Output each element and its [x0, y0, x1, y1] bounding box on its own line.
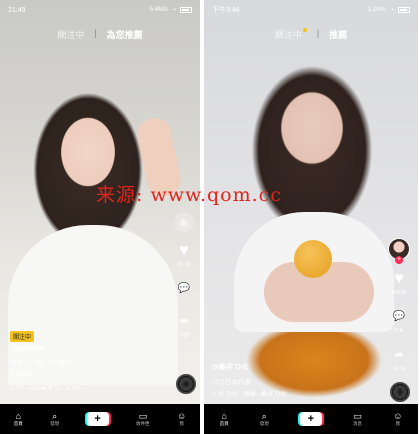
right-phone-screen: 下午3:46 1.2M/s ◔ 關注中 | 推薦 + ♥ 436.8k 💬 9.…: [204, 0, 418, 434]
comment-icon: 💬: [177, 282, 191, 294]
username[interactable]: @桑井 ひな: [212, 362, 382, 372]
status-bar: 21:49 5.4M/s ◔: [0, 0, 200, 20]
like-count: 20.7K: [177, 262, 191, 268]
see-translation-link[interactable]: 查看翻譯: [10, 370, 165, 378]
profile-icon: ☺: [393, 411, 403, 421]
nav-home[interactable]: ⌂ 首頁: [220, 411, 229, 427]
share-button[interactable]: ➦ 12.3k: [389, 344, 409, 373]
watermark-text: 来源: www.qom.cc: [96, 184, 282, 206]
video-caption: 關注中 @y062546 母です（笑）#下書き 查看翻譯 ♫ YN - ocra…: [10, 326, 165, 392]
video-caption: @桑井 ひな バカ日本代表 ♫ 井 ひな 原聲 - 桑井 ひな: [212, 362, 382, 398]
comment-button[interactable]: 💬: [174, 278, 194, 300]
plus-icon: +: [94, 413, 101, 425]
notification-dot: [302, 28, 307, 32]
share-icon: ➦: [179, 314, 189, 327]
heart-icon: ♥: [179, 242, 189, 259]
like-button[interactable]: ♥ 436.8k: [391, 270, 406, 296]
wifi-icon: ◔: [171, 6, 176, 14]
nav-profile[interactable]: ☺ 我: [393, 411, 402, 427]
status-time: 下午3:46: [212, 7, 240, 14]
home-icon: ⌂: [221, 411, 227, 421]
like-button[interactable]: ♥ 20.7K: [177, 242, 190, 268]
feed-tabs: 關注中 | 推薦: [274, 28, 348, 41]
music-disc-icon[interactable]: [390, 382, 410, 402]
music-text: ♫ YN - ocra♥(セラ) KYN -: [10, 386, 83, 392]
share-count: 12.3k: [392, 366, 406, 372]
tab-for-you[interactable]: 為您推薦: [107, 28, 143, 41]
inbox-icon: ▭: [138, 411, 148, 421]
nav-home[interactable]: ⌂ 首頁: [14, 411, 23, 427]
wifi-icon: ◔: [389, 6, 394, 14]
nav-discover[interactable]: ⌕ 發現: [50, 411, 59, 427]
action-rail: あ ♥ 20.7K 💬 ➦ 分享: [174, 212, 194, 349]
nav-inbox[interactable]: ▭ 消息: [353, 411, 362, 427]
status-bar: 下午3:46 1.2M/s ◔: [204, 0, 418, 20]
tab-for-you[interactable]: 推薦: [329, 28, 347, 41]
comment-count: 9.9k: [394, 328, 404, 334]
nav-discover[interactable]: ⌕ 發現: [260, 411, 269, 427]
comment-button[interactable]: 💬 9.9k: [389, 306, 409, 335]
bottom-nav: ⌂ 首頁 ⌕ 發現 + ▭ 收件匣 ☺ 我: [0, 404, 200, 434]
creator-avatar-button[interactable]: +: [388, 238, 410, 264]
share-icon: ➦: [394, 348, 404, 361]
search-icon: ⌕: [52, 411, 58, 421]
create-button[interactable]: +: [86, 412, 109, 426]
music-info[interactable]: ♫ 井 ひな 原聲 - 桑井 ひな: [212, 389, 382, 398]
bottom-nav: ⌂ 首頁 ⌕ 發現 + ▭ 消息 ☺ 我: [204, 404, 418, 434]
video-description: 母です（笑）#下書き: [10, 360, 73, 367]
music-info[interactable]: ♫ YN - ocra♥(セラ) KYN -: [10, 383, 165, 392]
status-time: 21:49: [8, 6, 26, 14]
video-description: バカ日本代表: [212, 379, 251, 386]
comment-icon: 💬: [392, 310, 406, 322]
action-rail: + ♥ 436.8k 💬 9.9k ➦ 12.3k: [388, 238, 410, 382]
share-button[interactable]: ➦ 分享: [174, 310, 194, 340]
share-label: 分享: [178, 333, 189, 339]
follow-plus-icon[interactable]: +: [395, 256, 403, 264]
nav-profile[interactable]: ☺ 我: [177, 411, 186, 427]
following-badge: 關注中: [10, 331, 35, 342]
username[interactable]: @y062546: [10, 346, 165, 353]
battery-icon: [398, 7, 410, 13]
profile-button[interactable]: あ: [174, 212, 194, 232]
inbox-icon: ▭: [353, 411, 362, 421]
music-disc-icon[interactable]: [176, 374, 196, 394]
search-icon: ⌕: [261, 411, 267, 421]
heart-icon: ♥: [394, 270, 404, 287]
like-count: 436.8k: [391, 290, 407, 296]
network-speed: 1.2M/s: [367, 7, 386, 13]
translate-icon: あ: [174, 212, 194, 232]
music-text: ♫ 井 ひな 原聲 - 桑井 ひな: [212, 392, 287, 398]
tab-following[interactable]: 關注中: [275, 28, 307, 41]
plus-icon: +: [307, 413, 315, 425]
nav-inbox[interactable]: ▭ 收件匣: [136, 411, 150, 427]
feed-tabs: 關注中 | 為您推薦: [57, 28, 143, 41]
avatar: +: [388, 238, 410, 264]
battery-icon: [180, 7, 192, 13]
create-button[interactable]: +: [299, 412, 322, 426]
left-phone-screen: 21:49 5.4M/s ◔ 關注中 | 為您推薦 あ ♥ 20.7K 💬 ➦ …: [0, 0, 200, 434]
home-icon: ⌂: [15, 411, 21, 421]
tab-following[interactable]: 關注中: [57, 28, 84, 41]
network-speed: 5.4M/s: [149, 7, 168, 13]
profile-icon: ☺: [177, 411, 187, 421]
